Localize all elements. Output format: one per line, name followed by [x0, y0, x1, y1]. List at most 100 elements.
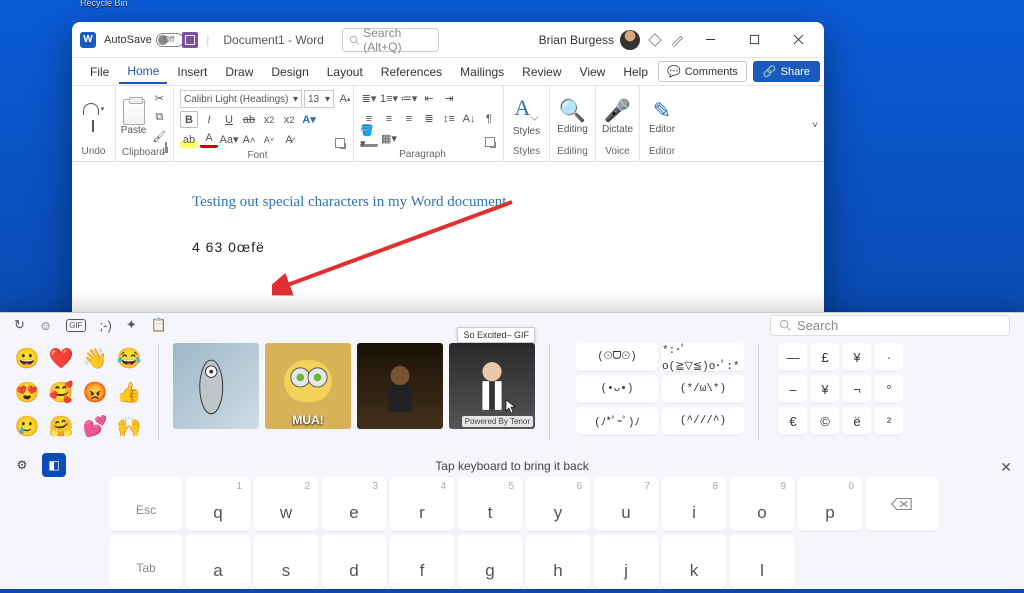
key-t[interactable]: 5t	[458, 477, 522, 531]
clipboard-launcher-icon[interactable]	[165, 142, 167, 152]
key-j[interactable]: j	[594, 535, 658, 589]
tab-home[interactable]: Home	[119, 60, 167, 84]
cut-button[interactable]: ✂	[150, 90, 168, 107]
kb-tab-symbols-icon[interactable]: ✦	[126, 317, 137, 333]
emoji[interactable]: 🤗	[46, 411, 76, 441]
bold-button[interactable]: B	[180, 111, 198, 128]
gif-item[interactable]	[357, 343, 443, 429]
justify-button[interactable]: ≣	[420, 110, 438, 127]
text-effects-button[interactable]: A▾	[300, 111, 318, 128]
emoji[interactable]: 🥲	[12, 411, 42, 441]
highlight-button[interactable]: ab	[180, 131, 198, 148]
key-a[interactable]: a	[186, 535, 250, 589]
key-f[interactable]: f	[390, 535, 454, 589]
numbering-button[interactable]: 1≡▾	[380, 90, 398, 107]
shading-button[interactable]: 🪣▾	[360, 130, 378, 147]
grow-font-button[interactable]: A˄	[240, 131, 258, 148]
superscript-button[interactable]: x2	[280, 111, 298, 128]
decrease-indent-button[interactable]: ⇤	[420, 90, 438, 107]
emoji[interactable]: 😂	[114, 343, 144, 373]
key-tab[interactable]: Tab	[110, 535, 182, 589]
symbol-key[interactable]: ¬	[843, 375, 871, 403]
kb-search-box[interactable]: Search	[770, 315, 1010, 336]
clear-format-button[interactable]: A̷	[280, 131, 298, 148]
symbol-key[interactable]: –	[779, 375, 807, 403]
key-e[interactable]: 3e	[322, 477, 386, 531]
font-color-button[interactable]: A	[200, 131, 218, 148]
font-size-select[interactable]: 13▾	[304, 90, 334, 108]
emoji[interactable]: 😡	[80, 377, 110, 407]
key-o[interactable]: 9o	[730, 477, 794, 531]
key-p[interactable]: 0p	[798, 477, 862, 531]
pen-icon[interactable]	[670, 33, 684, 47]
gif-item[interactable]	[173, 343, 259, 429]
key-q[interactable]: 1q	[186, 477, 250, 531]
increase-indent-button[interactable]: ⇥	[440, 90, 458, 107]
tab-references[interactable]: References	[373, 61, 450, 83]
emoji[interactable]: 😀	[12, 343, 42, 373]
save-button[interactable]	[182, 32, 198, 48]
kaomoji[interactable]: (•ᴗ•)	[576, 375, 658, 403]
symbol-key[interactable]: £	[811, 343, 839, 371]
align-right-button[interactable]: ≡	[400, 110, 418, 127]
emoji[interactable]: 😍	[12, 377, 42, 407]
close-button[interactable]	[780, 26, 816, 54]
change-case-button[interactable]: Aa▾	[220, 131, 238, 148]
sort-button[interactable]: A↓	[460, 110, 478, 127]
emoji[interactable]: 🙌	[114, 411, 144, 441]
paragraph-launcher-icon[interactable]	[485, 137, 495, 147]
editing-button[interactable]: 🔍	[559, 100, 586, 122]
italic-button[interactable]: I	[200, 111, 218, 128]
dictate-button[interactable]: 🎤	[604, 100, 631, 122]
key-s[interactable]: s	[254, 535, 318, 589]
editor-button[interactable]: ✎	[653, 100, 671, 122]
key-h[interactable]: h	[526, 535, 590, 589]
kaomoji[interactable]: (*/ω\*)	[662, 375, 744, 403]
key-l[interactable]: l	[730, 535, 794, 589]
paste-button[interactable]	[123, 99, 145, 125]
tab-view[interactable]: View	[572, 61, 614, 83]
underline-button[interactable]: U	[220, 111, 238, 128]
symbol-key[interactable]: ²	[875, 407, 903, 435]
tab-mailings[interactable]: Mailings	[452, 61, 512, 83]
kaomoji[interactable]: (^///^)	[662, 407, 744, 435]
symbol-key[interactable]: °	[875, 375, 903, 403]
bullets-button[interactable]: ≣▾	[360, 90, 378, 107]
symbol-key[interactable]: ·	[875, 343, 903, 371]
share-button[interactable]: 🔗 Share	[753, 61, 820, 82]
comments-button[interactable]: 💬 Comments	[658, 61, 747, 82]
key-y[interactable]: 6y	[526, 477, 590, 531]
borders-button[interactable]: ▦▾	[380, 130, 398, 147]
key-k[interactable]: k	[662, 535, 726, 589]
symbol-key[interactable]: ©	[811, 407, 839, 435]
tab-review[interactable]: Review	[514, 61, 569, 83]
tab-draw[interactable]: Draw	[217, 61, 261, 83]
maximize-button[interactable]	[736, 26, 772, 54]
kaomoji[interactable]: (⊙ᗜ⊙)	[576, 343, 658, 371]
shrink-font-button[interactable]: A˅	[260, 131, 278, 148]
gif-item[interactable]: Powered By Tenor	[449, 343, 535, 429]
multilevel-button[interactable]: ≔▾	[400, 90, 418, 107]
kb-tab-emoji-icon[interactable]: ☺	[39, 318, 52, 333]
kb-tab-kaomoji-icon[interactable]: ;-)	[100, 318, 112, 333]
kb-close-button[interactable]: ✕	[1000, 459, 1012, 476]
key-esc[interactable]: Esc	[110, 477, 182, 531]
search-box[interactable]: Search (Alt+Q)	[342, 28, 439, 52]
key-g[interactable]: g	[458, 535, 522, 589]
font-launcher-icon[interactable]	[335, 138, 345, 148]
key-w[interactable]: 2w	[254, 477, 318, 531]
collapse-ribbon-button[interactable]: ˅	[812, 120, 818, 131]
line-spacing-button[interactable]: ↕≡	[440, 110, 458, 127]
copy-button[interactable]: ⧉	[150, 109, 168, 126]
strike-button[interactable]: ab	[240, 111, 258, 128]
undo-button[interactable]: ▾	[83, 103, 105, 115]
kb-tab-gif-icon[interactable]: GIF	[66, 319, 85, 332]
autosave-toggle[interactable]: AutoSave Off	[104, 33, 174, 47]
redo-button[interactable]	[92, 121, 94, 132]
symbol-key[interactable]: ¥	[811, 375, 839, 403]
key-r[interactable]: 4r	[390, 477, 454, 531]
font-name-select[interactable]: Calibri Light (Headings)▾	[180, 90, 302, 108]
tab-design[interactable]: Design	[263, 61, 316, 83]
styles-button[interactable]: A⌵	[514, 97, 538, 123]
tab-help[interactable]: Help	[615, 61, 656, 83]
